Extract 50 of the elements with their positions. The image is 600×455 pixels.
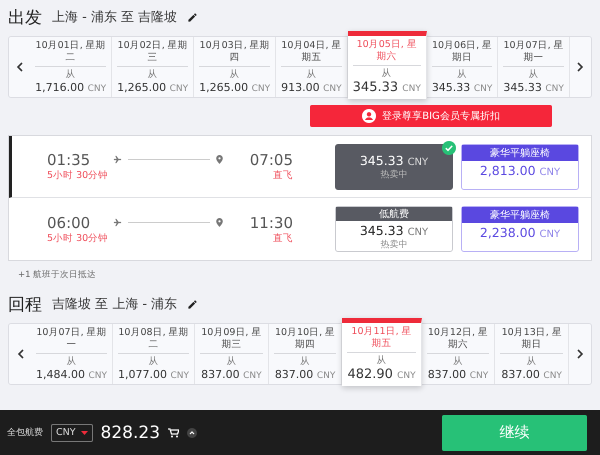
date-tab[interactable]: 10月13日, 星期日 从 837.00 CNY xyxy=(495,324,570,384)
fare-option[interactable]: 豪华平躺座椅 2,238.00 CNY xyxy=(461,206,579,252)
date-tab[interactable]: 10月02日, 星期三 从 1,265.00 CNY xyxy=(112,37,194,97)
date-tab[interactable]: 10月07日, 星期一 从 345.33 CNY xyxy=(498,37,570,97)
duration-text: 5小时 30分钟 xyxy=(47,232,108,244)
currency-dropdown[interactable]: CNY xyxy=(51,424,93,442)
date-tab[interactable]: 10月08日, 星期二 从 1,077.00 CNY xyxy=(113,324,195,384)
route-text: 吉隆坡 至 上海 - 浦东 xyxy=(52,296,178,313)
section-title: 出发 xyxy=(8,6,42,28)
pencil-icon[interactable] xyxy=(187,298,198,310)
plane-icon xyxy=(113,218,122,226)
departure-time: 06:00 xyxy=(47,214,92,232)
fare-option[interactable]: 低航费 345.33 CNY 热卖中 xyxy=(335,206,453,252)
chevron-right-icon xyxy=(576,349,584,359)
date-tab[interactable]: 10月07日, 星期一 从 1,484.00 CNY xyxy=(31,324,113,384)
flight-row[interactable]: 06:00 5小时 30分钟 11:30 直飞 低航费 345.33 CNY 热卖中 豪华平躺座椅 2,238.00 CNY xyxy=(9,198,591,260)
arrival-time: 11:30 xyxy=(248,214,293,232)
plane-icon xyxy=(113,155,122,164)
date-tab[interactable]: 10月05日, 星期六 从 345.33 CNY xyxy=(348,31,427,99)
chevron-right-icon xyxy=(576,62,584,72)
date-tab[interactable]: 10月03日, 星期四 从 1,265.00 CNY xyxy=(194,37,276,97)
date-tab[interactable]: 10月11日, 星期五 从 482.90 CNY xyxy=(342,318,422,386)
fare-option[interactable]: 豪华平躺座椅 2,813.00 CNY xyxy=(461,144,579,190)
next-day-note: +1 航班于次日抵达 xyxy=(18,269,96,281)
location-pin-icon xyxy=(216,218,223,226)
stops-text: 直飞 xyxy=(272,169,293,182)
stops-text: 直飞 xyxy=(272,232,293,244)
caret-icon xyxy=(80,430,88,434)
total-price: 828.23 xyxy=(100,422,160,442)
fare-option[interactable]: 345.33 CNY 热卖中 xyxy=(335,144,453,190)
section-title: 回程 xyxy=(8,294,42,316)
date-tab[interactable]: 10月01日, 星期二 从 1,716.00 CNY xyxy=(30,37,112,97)
chevron-left-icon xyxy=(16,349,24,359)
total-label: 全包航费 xyxy=(7,426,43,439)
departure-time: 01:35 xyxy=(47,151,92,169)
flight-row[interactable]: 01:35 5小时 30分钟 07:05 直飞 345.33 CNY 热卖中 豪华平躺座椅 2,813.00 CNY xyxy=(9,136,591,198)
chevron-left-icon xyxy=(16,62,24,72)
date-tab[interactable]: 10月12日, 星期六 从 837.00 CNY xyxy=(422,324,496,384)
user-icon xyxy=(362,109,376,123)
arrival-time: 07:05 xyxy=(248,151,293,169)
location-pin-icon xyxy=(216,155,223,164)
expand-icon[interactable] xyxy=(187,428,198,438)
login-button[interactable]: 登录尊享BIG会员专属折扣 xyxy=(310,105,552,127)
date-tab[interactable]: 10月09日, 星期三 从 837.00 CNY xyxy=(195,324,269,384)
route-text: 上海 - 浦东 至 吉隆坡 xyxy=(52,9,178,26)
date-tab[interactable]: 10月06日, 星期日 从 345.33 CNY xyxy=(426,37,498,97)
cart-icon[interactable] xyxy=(168,428,180,438)
duration-text: 5小时 30分钟 xyxy=(47,169,108,182)
pencil-icon[interactable] xyxy=(187,12,198,22)
check-icon xyxy=(442,140,456,154)
